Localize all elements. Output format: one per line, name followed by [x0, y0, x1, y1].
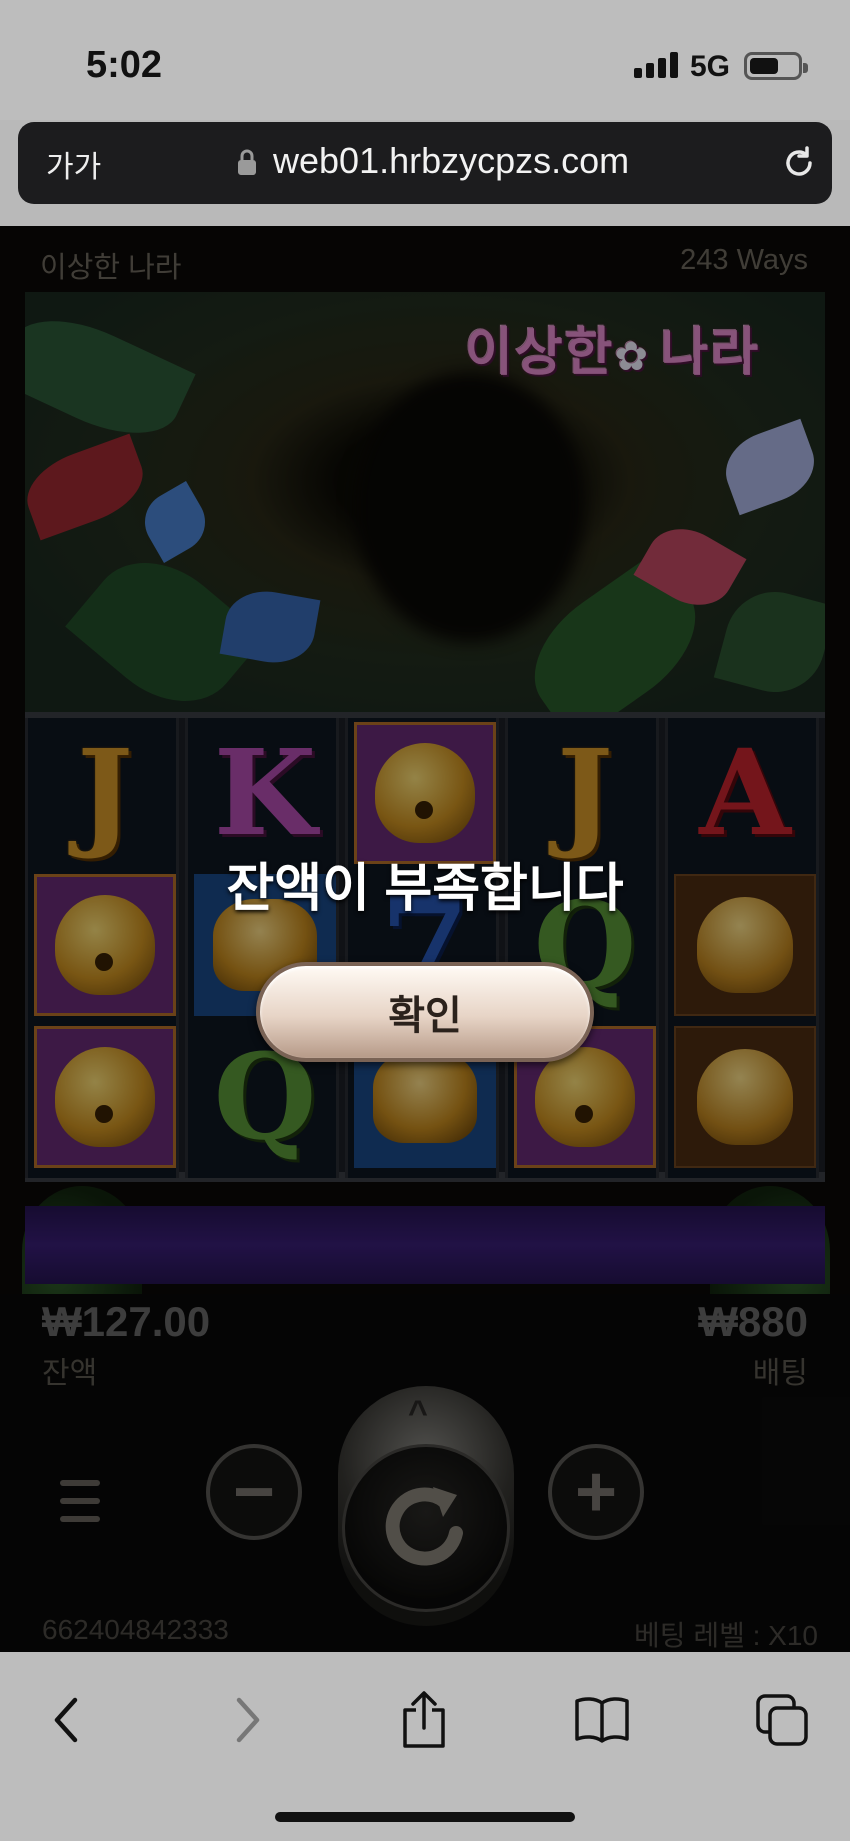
chevron-right-icon: [236, 1697, 260, 1743]
reel-5: A: [665, 718, 819, 1178]
back-button[interactable]: [34, 1688, 98, 1752]
decrease-bet-button[interactable]: −: [206, 1444, 302, 1540]
win-banner: [25, 1206, 825, 1284]
symbol-spade: [674, 1026, 816, 1168]
balance-value: ₩127.00: [42, 1298, 211, 1345]
forest-background: 이상한✿ 나라: [25, 292, 825, 712]
reel-1: J: [25, 718, 179, 1178]
home-indicator: [275, 1812, 575, 1822]
ways-label: 243 Ways: [680, 244, 808, 276]
game-logo: 이상한✿ 나라: [465, 324, 761, 382]
symbol-k: K: [213, 723, 317, 862]
status-bar: 5:02 5G: [0, 0, 850, 120]
status-time: 5:02: [86, 44, 163, 86]
tabs-icon: [756, 1694, 808, 1746]
reel-4: J Q: [505, 718, 659, 1178]
reel-grid: J K Q 7 J Q A: [25, 712, 825, 1182]
bet-value: ₩880: [698, 1298, 808, 1345]
tabs-button[interactable]: [750, 1688, 814, 1752]
spin-control[interactable]: ^: [338, 1386, 514, 1626]
share-button[interactable]: [392, 1688, 456, 1752]
reel-2: K Q: [185, 718, 339, 1178]
symbol-bell: [34, 1026, 176, 1168]
game-canvas[interactable]: 이상한 나라 243 Ways 이상한✿ 나라 J K Q 7 J Q A ₩1…: [0, 226, 850, 1652]
spin-button[interactable]: [342, 1444, 510, 1612]
spin-icon: [385, 1487, 463, 1566]
round-id: 662404842333: [42, 1614, 229, 1645]
bookmarks-button[interactable]: [570, 1688, 634, 1752]
text-size-button[interactable]: 가가: [46, 142, 101, 186]
symbol-j: J: [77, 723, 133, 862]
bet-level: 베팅 레벨 : X10: [634, 1620, 818, 1651]
browser-toolbar: [0, 1652, 850, 1841]
increase-bet-button[interactable]: +: [548, 1444, 644, 1540]
reel-3: 7: [345, 718, 499, 1178]
network-type: 5G: [690, 50, 731, 83]
confirm-button[interactable]: 확인: [256, 962, 594, 1062]
battery-icon: [744, 52, 808, 80]
address-bar[interactable]: 가가 web01.hrbzycpzs.com: [18, 122, 832, 204]
share-icon: [403, 1691, 445, 1748]
autoplay-toggle-icon[interactable]: ^: [408, 1394, 428, 1433]
cellular-signal-icon: [634, 52, 678, 78]
bet-label: 배팅: [752, 1357, 808, 1390]
forward-button[interactable]: [216, 1688, 280, 1752]
reload-icon[interactable]: [780, 144, 818, 182]
balance-label: 잔액: [42, 1357, 98, 1390]
chevron-left-icon: [54, 1697, 78, 1743]
insufficient-balance-message: 잔액이 부족합니다: [226, 860, 624, 918]
symbol-bell: [354, 722, 496, 864]
book-icon: [575, 1697, 629, 1743]
game-title: 이상한 나라: [40, 252, 182, 284]
symbol-a: A: [699, 723, 791, 862]
menu-icon[interactable]: [60, 1480, 100, 1522]
lock-icon: [238, 149, 256, 175]
symbol-j: J: [557, 723, 613, 862]
url-text[interactable]: web01.hrbzycpzs.com: [273, 140, 629, 182]
